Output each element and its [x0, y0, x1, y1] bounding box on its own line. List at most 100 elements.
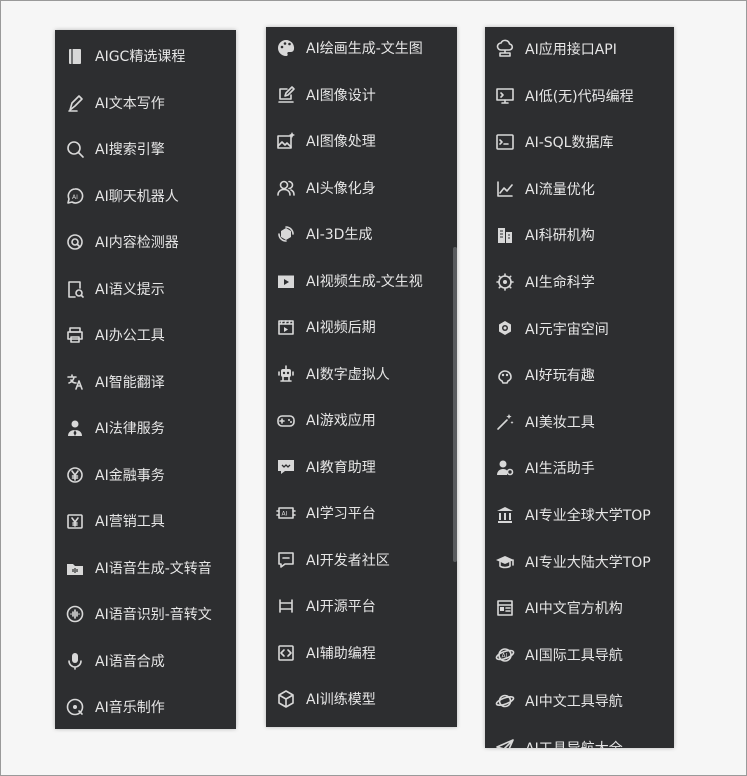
nav-item[interactable]: AI营销工具: [55, 506, 236, 536]
printer-icon: [64, 324, 86, 346]
nav-item[interactable]: AI智能翻译: [55, 367, 236, 397]
nav-item[interactable]: AI图像处理: [266, 126, 457, 156]
nav-item[interactable]: AI头像化身: [266, 173, 457, 203]
nav-item[interactable]: AI开源平台: [266, 591, 457, 621]
nav-item[interactable]: AI美妆工具: [485, 407, 674, 437]
nav-item[interactable]: AI游戏应用: [266, 405, 457, 435]
monitor-icon: [494, 85, 516, 107]
video-play-icon: [275, 270, 297, 292]
nav-item-label: AI工具导航大全: [525, 738, 623, 748]
nav-item[interactable]: AI科研机构: [485, 220, 674, 250]
edit-image-icon: [275, 84, 297, 106]
nav-item-label: AI图像处理: [306, 134, 376, 150]
nav-item[interactable]: AI辅助编程: [266, 638, 457, 668]
nav-item[interactable]: AI语音生成-文转音: [55, 553, 236, 583]
nav-item[interactable]: AI中文官方机构: [485, 593, 674, 623]
nav-item[interactable]: AI应用接口API: [485, 34, 674, 64]
nav-item[interactable]: AI中文工具导航: [485, 686, 674, 716]
nav-item-label: AI学习平台: [306, 506, 376, 522]
nav-item[interactable]: AIGC精选课程: [55, 41, 236, 71]
lawyer-icon: [64, 417, 86, 439]
nav-item[interactable]: AI法律服务: [55, 413, 236, 443]
users-icon: [275, 177, 297, 199]
nav-item-label: AI专业大陆大学TOP: [525, 555, 651, 571]
ai-chip-icon: AI: [275, 502, 297, 524]
nav-item[interactable]: AI元宇宙空间: [485, 314, 674, 344]
nav-item[interactable]: AI金融事务: [55, 460, 236, 490]
nav-item[interactable]: AI AI聊天机器人: [55, 181, 236, 211]
nav-item[interactable]: AI办公工具: [55, 320, 236, 350]
pen-icon: [64, 92, 86, 114]
nav-item[interactable]: AI文本写作: [55, 88, 236, 118]
clapper-icon: [275, 316, 297, 338]
nav-item-label: AI专业全球大学TOP: [525, 508, 651, 524]
nav-item[interactable]: AI专业全球大学TOP: [485, 500, 674, 530]
scan-target-icon: [64, 231, 86, 253]
nav-item-label: AI聊天机器人: [95, 189, 179, 205]
nav-item-label: AI科研机构: [525, 228, 595, 244]
category-column-3: AI应用接口API AI低(无)代码编程 AI-SQL数据库 AI流量优化 AI科研机构…: [485, 27, 674, 748]
nav-item[interactable]: AI开发者社区: [266, 545, 457, 575]
planet-icon: [494, 690, 516, 712]
nav-item[interactable]: AI视频生成-文生视: [266, 266, 457, 296]
nav-item[interactable]: AI语音识别-音转文: [55, 599, 236, 629]
nav-item-label: AI元宇宙空间: [525, 322, 609, 338]
nav-item-label: AI美妆工具: [525, 415, 595, 431]
nav-item[interactable]: AI图像设计: [266, 80, 457, 110]
nav-item-label: AI教育助理: [306, 460, 376, 476]
category-column-1: AIGC精选课程 AI文本写作 AI搜索引擎 AI AI聊天机器人 AI内容检测器 AI语义…: [55, 30, 236, 729]
nav-item-label: AI绘画生成-文生图: [306, 41, 423, 57]
nav-item[interactable]: AI语义提示: [55, 274, 236, 304]
terminal-icon: [494, 131, 516, 153]
nav-item[interactable]: AI流量优化: [485, 174, 674, 204]
planet-ai-icon: AI: [494, 644, 516, 666]
magic-wand-icon: [494, 411, 516, 433]
nav-item-label: AI语音生成-文转音: [95, 561, 212, 577]
nav-item[interactable]: AI训练模型: [266, 684, 457, 714]
nav-item-label: AI文本写作: [95, 96, 165, 112]
nav-item[interactable]: AI搜索引擎: [55, 134, 236, 164]
cube-rotate-icon: [275, 223, 297, 245]
nav-item[interactable]: AI-3D生成: [266, 219, 457, 249]
ai-head-icon: AI: [64, 185, 86, 207]
user-gear-icon: [494, 457, 516, 479]
nav-item-label: AI辅助编程: [306, 646, 376, 662]
nav-item[interactable]: AI教育助理: [266, 452, 457, 482]
nav-item-label: AI语音识别-音转文: [95, 607, 212, 623]
nav-item[interactable]: AI绘画生成-文生图: [266, 33, 457, 63]
nav-item[interactable]: AI生活助手: [485, 453, 674, 483]
nav-item-label: AI-SQL数据库: [525, 135, 614, 151]
bracket-box-icon: [275, 595, 297, 617]
nav-item[interactable]: AI数字虚拟人: [266, 359, 457, 389]
nav-item-label: AIGC精选课程: [95, 49, 186, 65]
nav-item[interactable]: AI专业大陆大学TOP: [485, 547, 674, 577]
nav-item-label: AI中文工具导航: [525, 694, 623, 710]
svg-text:AI: AI: [502, 653, 508, 660]
nav-item[interactable]: AI AI国际工具导航: [485, 640, 674, 670]
nav-item-label: AI流量优化: [525, 182, 595, 198]
nav-item-label: AI-3D生成: [306, 227, 373, 243]
nav-item-label: AI低(无)代码编程: [525, 89, 634, 105]
search-icon: [64, 138, 86, 160]
gamepad-icon: [275, 409, 297, 431]
nav-item-label: AI好玩有趣: [525, 368, 595, 384]
translate-icon: [64, 371, 86, 393]
palette-icon: [275, 37, 297, 59]
nav-item[interactable]: AI视频后期: [266, 312, 457, 342]
nav-item[interactable]: AI好玩有趣: [485, 360, 674, 390]
nav-item[interactable]: AI内容检测器: [55, 227, 236, 257]
nav-item-label: AI内容检测器: [95, 235, 179, 251]
chat-box-icon: [275, 456, 297, 478]
nav-item[interactable]: AI工具导航大全: [485, 733, 674, 748]
nav-item[interactable]: AI语音合成: [55, 646, 236, 676]
nav-item[interactable]: AI生命科学: [485, 267, 674, 297]
nav-item-label: AI游戏应用: [306, 413, 376, 429]
nav-item-label: AI开源平台: [306, 599, 376, 615]
gear-atom-icon: [494, 271, 516, 293]
nav-item[interactable]: AI低(无)代码编程: [485, 81, 674, 111]
nav-item[interactable]: AI AI学习平台: [266, 498, 457, 528]
nav-item[interactable]: AI音乐制作: [55, 692, 236, 722]
image-sparkle-icon: [275, 130, 297, 152]
nav-item-label: AI数字虚拟人: [306, 367, 390, 383]
nav-item[interactable]: AI-SQL数据库: [485, 127, 674, 157]
